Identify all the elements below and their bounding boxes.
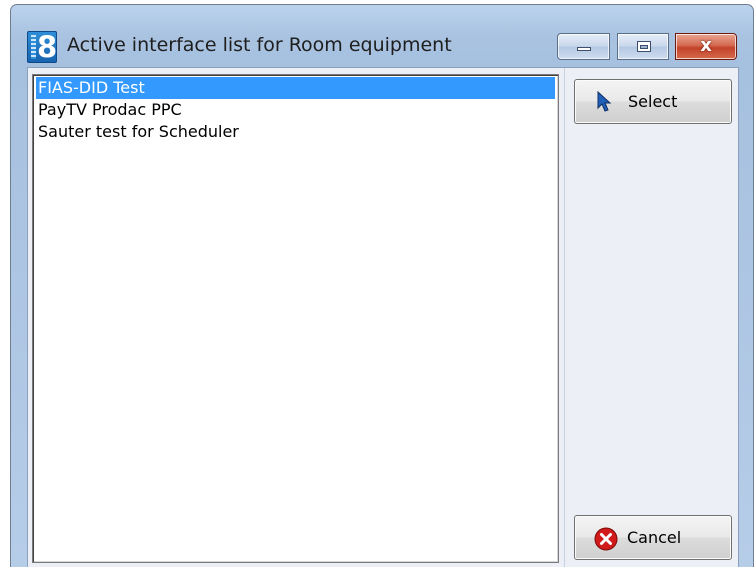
list-item-label: FIAS-DID Test — [38, 78, 145, 97]
select-button-label: Select — [628, 92, 678, 111]
maximize-icon — [637, 41, 651, 52]
minimize-button[interactable] — [557, 33, 610, 60]
list-item[interactable]: FIAS-DID Test — [36, 77, 555, 99]
dialog-window: 8 Active interface list for Room equipme… — [10, 4, 754, 567]
interface-listbox[interactable]: FIAS-DID Test PayTV Prodac PPC Sauter te… — [32, 74, 559, 563]
cancel-x-circle-icon — [594, 527, 618, 551]
title-bar[interactable]: 8 Active interface list for Room equipme… — [11, 5, 753, 67]
list-item-label: Sauter test for Scheduler — [38, 122, 239, 141]
cursor-arrow-icon — [597, 91, 612, 112]
close-button[interactable]: x — [675, 33, 737, 60]
list-item[interactable]: PayTV Prodac PPC — [36, 99, 182, 121]
maximize-button[interactable] — [617, 33, 669, 60]
minimize-icon — [577, 47, 591, 51]
list-item[interactable]: Sauter test for Scheduler — [36, 121, 239, 143]
dialog-body: FIAS-DID Test PayTV Prodac PPC Sauter te… — [27, 67, 739, 567]
panel-divider — [564, 68, 565, 567]
close-icon: x — [700, 35, 712, 56]
app-logo-icon: 8 — [27, 30, 57, 64]
cancel-button-label: Cancel — [627, 528, 682, 547]
cancel-button[interactable]: Cancel — [574, 515, 732, 560]
window-title: Active interface list for Room equipment — [67, 34, 452, 56]
list-item-label: PayTV Prodac PPC — [38, 100, 182, 119]
select-button[interactable]: Select — [574, 79, 732, 124]
